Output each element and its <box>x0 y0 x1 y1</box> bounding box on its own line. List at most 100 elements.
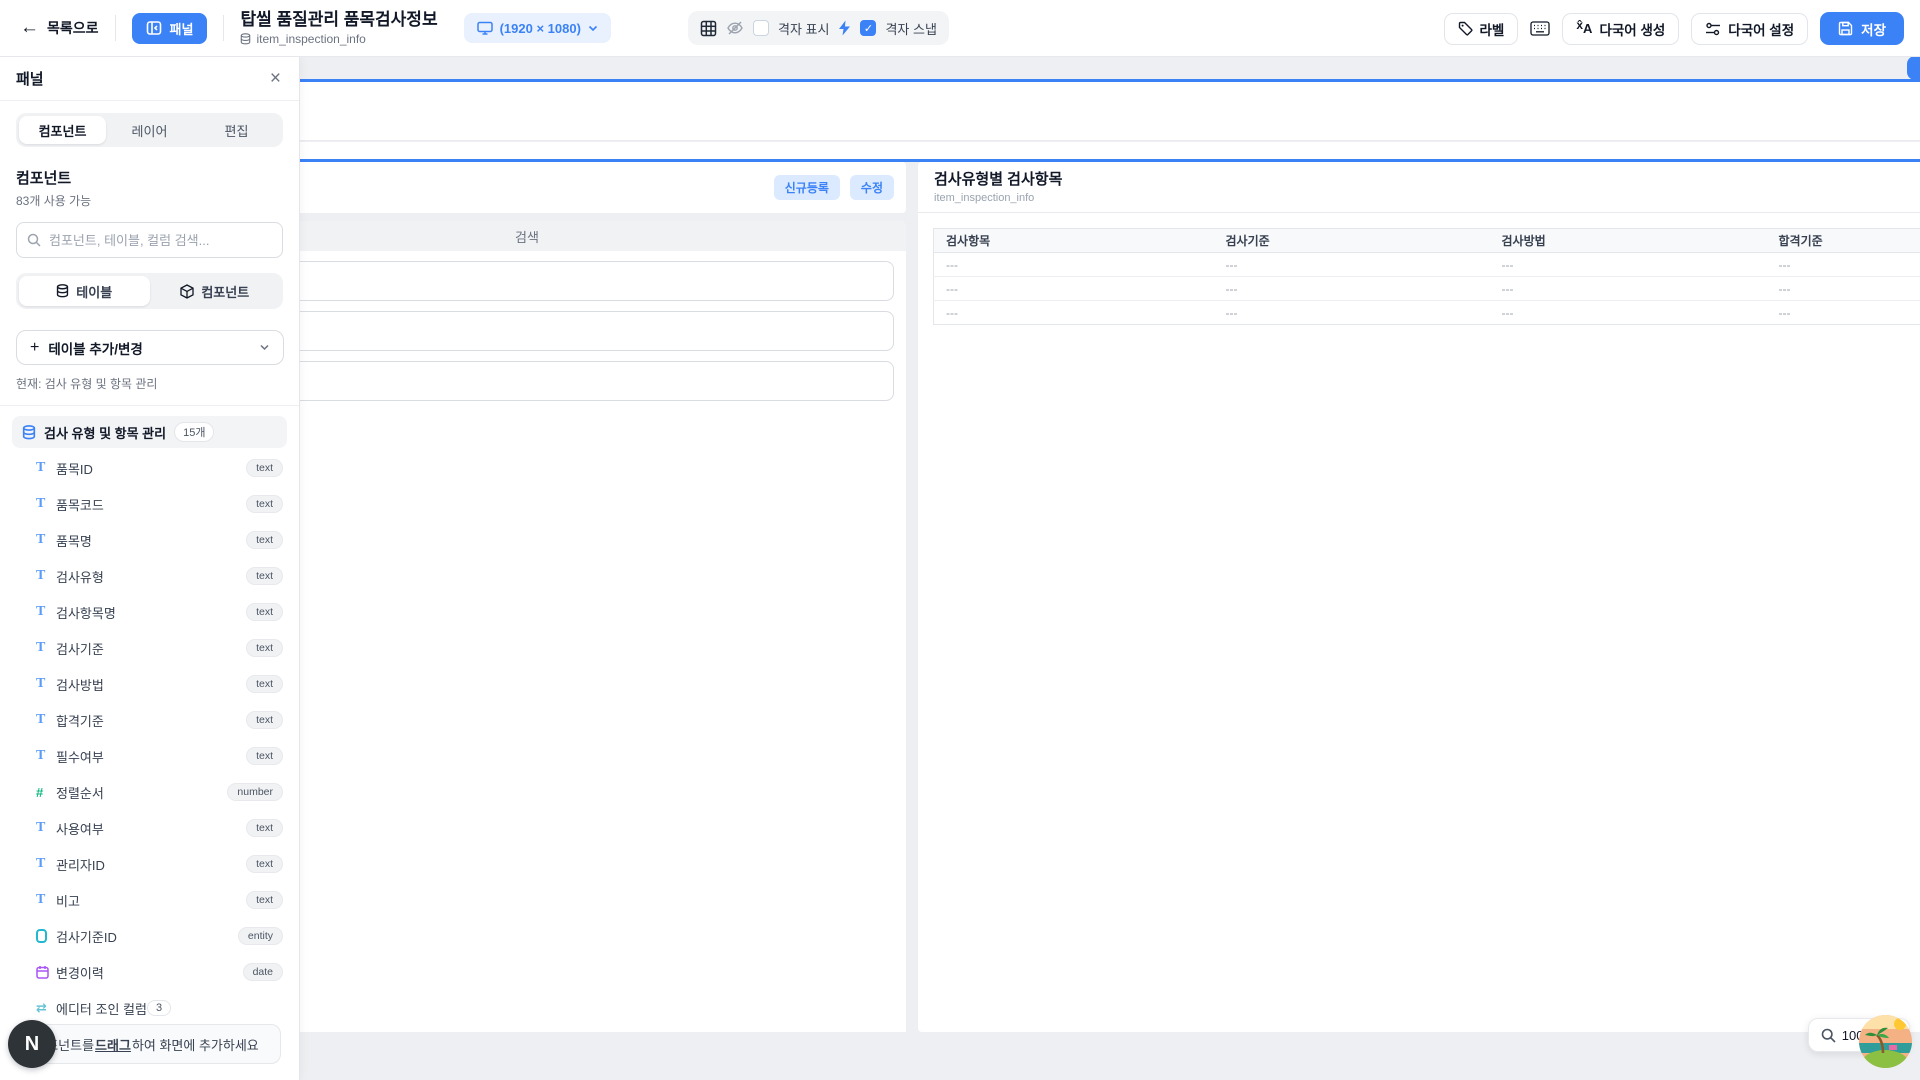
type-badge: text <box>246 603 283 621</box>
field-item[interactable]: T품목코드 text <box>0 486 299 522</box>
bolt-icon[interactable] <box>838 20 851 36</box>
grid-show-label: 격자 표시 <box>778 19 829 38</box>
field-name: 품목ID <box>56 459 93 478</box>
canvas-edge-handle[interactable] <box>1907 56 1920 80</box>
table-id-label: item_inspection_info <box>256 32 365 46</box>
type-badge: entity <box>238 927 283 945</box>
i18n-settings-text: 다국어 설정 <box>1728 19 1794 39</box>
type-badge: text <box>246 531 283 549</box>
type-badge: text <box>246 495 283 513</box>
type-badge: text <box>246 747 283 765</box>
field-name: 에디터 조인 컬럼 <box>56 999 147 1018</box>
grid-show-checkbox[interactable] <box>753 20 769 36</box>
top-toolbar: ← 목록으로 패널 탑씰 품질관리 품목검사정보 <box>0 0 1920 57</box>
database-icon <box>240 33 251 45</box>
i18n-settings-button[interactable]: 다국어 설정 <box>1691 13 1808 45</box>
field-item[interactable]: T검사항목명text <box>0 594 299 630</box>
save-icon <box>1838 21 1853 36</box>
inspection-grid-section[interactable]: 검사유형별 검사항목 item_inspection_info 검사항목 검사기… <box>918 162 1920 1032</box>
resolution-label: (1920 × 1080) <box>500 21 581 36</box>
panel-tabs: 컴포넌트 레이어 편집 <box>16 113 283 147</box>
number-type-icon: # <box>36 785 56 800</box>
type-badge: text <box>246 567 283 585</box>
field-name: 합격기준 <box>56 711 104 730</box>
source-toggle: 테이블 컴포넌트 <box>16 273 283 309</box>
plus-icon: + <box>30 339 39 357</box>
back-arrow-icon[interactable]: ← <box>20 17 39 39</box>
text-type-icon: T <box>36 496 56 512</box>
field-item[interactable]: T품목ID text <box>0 450 299 486</box>
text-type-icon: T <box>36 856 56 872</box>
search-input[interactable] <box>49 233 272 248</box>
add-table-button[interactable]: + 테이블 추가/변경 <box>16 330 284 365</box>
side-panel: 패널 × 컴포넌트 레이어 편집 컴포넌트 83개 사용 가능 <box>0 57 300 1080</box>
table-cell: --- <box>1767 277 1920 301</box>
field-name: 변경이력 <box>56 963 104 982</box>
toggle-table[interactable]: 테이블 <box>19 276 150 306</box>
col-header: 합격기준 <box>1767 229 1920 253</box>
keyboard-shortcuts-button[interactable] <box>1530 21 1550 36</box>
field-name: 품목코드 <box>56 495 104 514</box>
preview-table[interactable]: 검사항목 검사기준 검사방법 합격기준 --- --- --- --- <box>933 228 1920 325</box>
label-button[interactable]: 라벨 <box>1444 13 1519 45</box>
field-item[interactable]: #정렬순서number <box>0 774 299 810</box>
field-item[interactable]: T필수여부text <box>0 738 299 774</box>
grid-snap-checkbox[interactable]: ✓ <box>860 20 876 36</box>
panel-button-label: 패널 <box>170 19 194 38</box>
text-type-icon: T <box>36 604 56 620</box>
text-type-icon: T <box>36 460 56 476</box>
table-header-row: 검사항목 검사기준 검사방법 합격기준 <box>934 229 1920 253</box>
divider <box>0 405 299 406</box>
field-count-badge: 15개 <box>174 422 214 442</box>
field-item[interactable]: T검사유형text <box>0 558 299 594</box>
field-name: 필수여부 <box>56 747 104 766</box>
table-row: --- --- --- --- <box>934 277 1920 301</box>
resolution-dropdown[interactable]: (1920 × 1080) <box>464 13 611 43</box>
type-badge: date <box>243 963 283 981</box>
close-icon[interactable]: × <box>270 69 281 88</box>
field-item[interactable]: T품목명text <box>0 522 299 558</box>
panel-toggle-button[interactable]: 패널 <box>132 13 208 44</box>
i18n-generate-button[interactable]: x̂A 다국어 생성 <box>1562 13 1679 45</box>
field-item[interactable]: T비고text <box>0 882 299 918</box>
toggle-component-label: 컴포넌트 <box>201 282 249 301</box>
label-button-text: 라벨 <box>1480 19 1505 39</box>
table-group-header[interactable]: 검사 유형 및 항목 관리 15개 <box>12 416 287 448</box>
database-icon <box>22 425 36 440</box>
text-type-icon: T <box>36 532 56 548</box>
toggle-component[interactable]: 컴포넌트 <box>150 276 281 306</box>
brand-logo[interactable]: N <box>8 1020 56 1068</box>
tab-components[interactable]: 컴포넌트 <box>19 116 106 144</box>
grid-icon[interactable] <box>700 20 717 37</box>
table-cell: --- <box>1214 277 1490 301</box>
edit-button[interactable]: 수정 <box>850 175 894 200</box>
field-item[interactable]: 검사기준IDentity <box>0 918 299 954</box>
editor-join-columns-group[interactable]: ⇄에디터 조인 컬럼3 <box>0 990 299 1026</box>
new-register-button[interactable]: 신규등록 <box>774 175 840 200</box>
field-item[interactable]: 변경이력 date <box>0 954 299 990</box>
save-button[interactable]: 저장 <box>1820 12 1904 45</box>
sliders-icon <box>1705 22 1721 36</box>
field-item[interactable]: T검사기준text <box>0 630 299 666</box>
title-block: 탑씰 품질관리 품목검사정보 item_inspection_info <box>240 10 437 46</box>
eye-off-icon[interactable] <box>726 20 744 36</box>
field-item[interactable]: T검사방법text <box>0 666 299 702</box>
field-item[interactable]: T사용여부text <box>0 810 299 846</box>
back-to-list-button[interactable]: 목록으로 <box>47 18 99 38</box>
entity-type-icon <box>36 929 56 943</box>
island-badge-icon[interactable] <box>1859 1015 1912 1068</box>
tab-edit[interactable]: 편집 <box>193 116 280 144</box>
table-cell: --- <box>1490 277 1767 301</box>
text-type-icon: T <box>36 640 56 656</box>
table-cell: --- <box>1767 253 1920 277</box>
text-type-icon: T <box>36 676 56 692</box>
col-header: 검사기준 <box>1214 229 1490 253</box>
field-item[interactable]: T합격기준text <box>0 702 299 738</box>
current-table-label: 현재: 검사 유형 및 항목 관리 <box>16 375 283 392</box>
text-type-icon: T <box>36 892 56 908</box>
tab-layers[interactable]: 레이어 <box>106 116 193 144</box>
field-name: 정렬순서 <box>56 783 104 802</box>
type-badge: text <box>246 459 283 477</box>
field-item[interactable]: T관리자IDtext <box>0 846 299 882</box>
date-type-icon <box>36 965 56 979</box>
